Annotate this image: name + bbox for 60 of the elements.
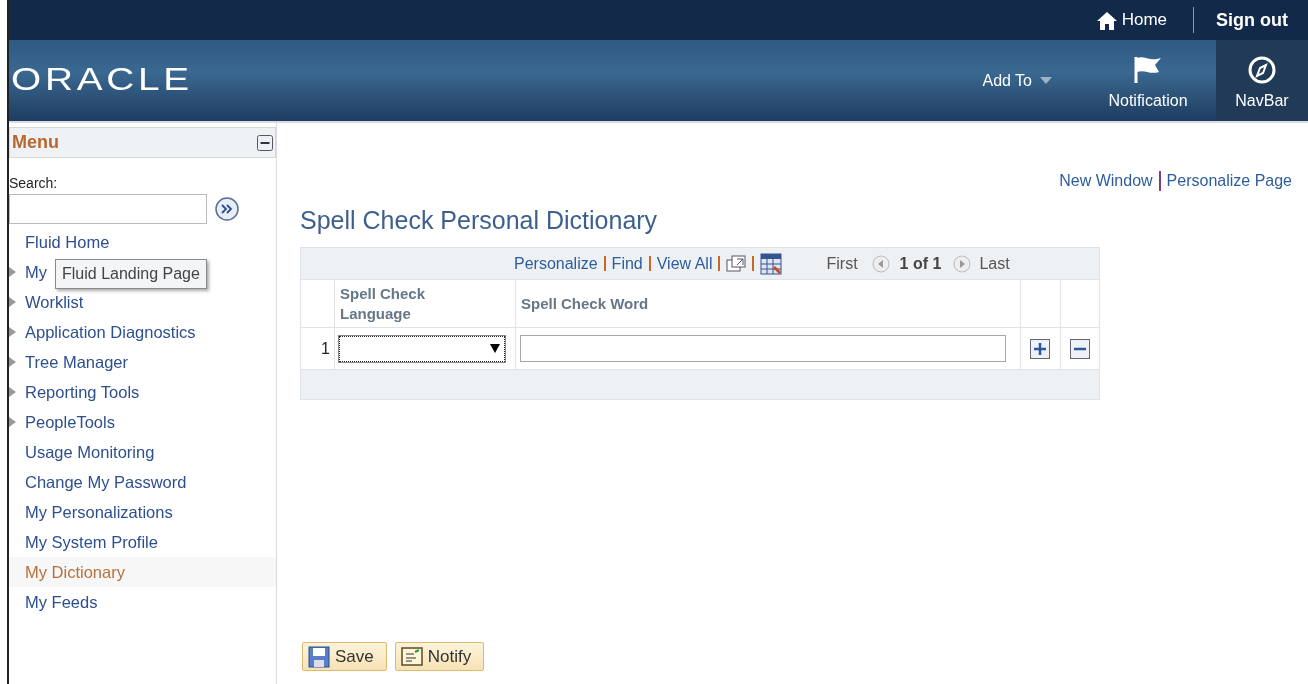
menu-item[interactable]: My System Profile [9,527,276,557]
menu-item[interactable]: Usage Monitoring [9,437,276,467]
page-title: Spell Check Personal Dictionary [300,205,659,235]
menu-item[interactable]: My Personalizations [9,497,276,527]
page-link[interactable]: Personalize Page [1166,169,1292,193]
menu-item[interactable]: Reporting Tools [9,377,276,407]
add-to-menu[interactable]: Add To [982,40,1092,121]
expand-icon[interactable] [9,387,16,397]
grid-link[interactable]: Personalize [514,251,598,276]
menu-title: Menu [12,131,59,154]
next-icon[interactable] [953,254,972,273]
note-icon [400,645,423,668]
logo: ORACLE [11,61,193,100]
previous-icon[interactable] [871,254,890,273]
menu-item[interactable]: Tree Manager [9,347,276,377]
add-row-icon[interactable] [1030,339,1051,360]
expand-icon[interactable] [9,297,16,307]
word-field[interactable] [520,335,1006,362]
page-link[interactable]: New Window [1059,169,1153,193]
first-label: First [826,253,858,274]
notify-button[interactable]: Notify [394,642,485,671]
row-number: 1 [321,339,330,357]
compass-icon [1247,55,1277,85]
save-icon [308,645,330,668]
menu-item[interactable]: My Feeds [9,587,276,617]
column-header: Spell Check Word [521,293,650,314]
notification-button[interactable]: Notification [1092,40,1204,121]
expand-icon[interactable] [9,267,16,277]
grid-link[interactable]: View All [656,251,713,276]
search-label: Search: [9,174,59,193]
last-label: Last [979,253,1010,274]
delete-row-icon[interactable] [1069,339,1090,360]
home-link[interactable]: Home [1095,7,1167,33]
caret-icon [1040,77,1052,84]
menu-item[interactable]: Worklist [9,287,276,317]
flag-icon [1132,55,1164,85]
sign-out-link[interactable]: Sign out [1216,6,1288,34]
menu-item[interactable]: My Dictionary [9,557,276,587]
grid-link[interactable]: Find [611,251,643,276]
download-grid-icon[interactable] [760,252,783,275]
expand-icon[interactable] [9,327,16,337]
go-icon[interactable] [215,197,239,221]
new-window-icon[interactable] [726,255,747,272]
menu-item[interactable]: Application Diagnostics [9,317,276,347]
navbar-button[interactable]: NavBar [1216,40,1308,121]
menu-item[interactable]: Fluid Home [9,227,276,257]
menu-item[interactable]: PeopleTools [9,407,276,437]
column-header: Spell Check Language [340,284,427,323]
save-button[interactable]: Save [302,642,387,671]
menu-item[interactable]: Change My Password [9,467,276,497]
menu-item[interactable]: My Fluid Landing Page [9,257,276,287]
tooltip: Fluid Landing Page [55,259,207,289]
collapse-icon[interactable] [257,134,273,151]
language-dropdown[interactable] [339,335,505,362]
search-field[interactable] [9,194,207,224]
page-counter: 1 of 1 [899,253,942,274]
home-icon [1095,9,1118,31]
expand-icon[interactable] [9,417,16,427]
expand-icon[interactable] [9,357,16,367]
caret-icon [490,344,500,353]
